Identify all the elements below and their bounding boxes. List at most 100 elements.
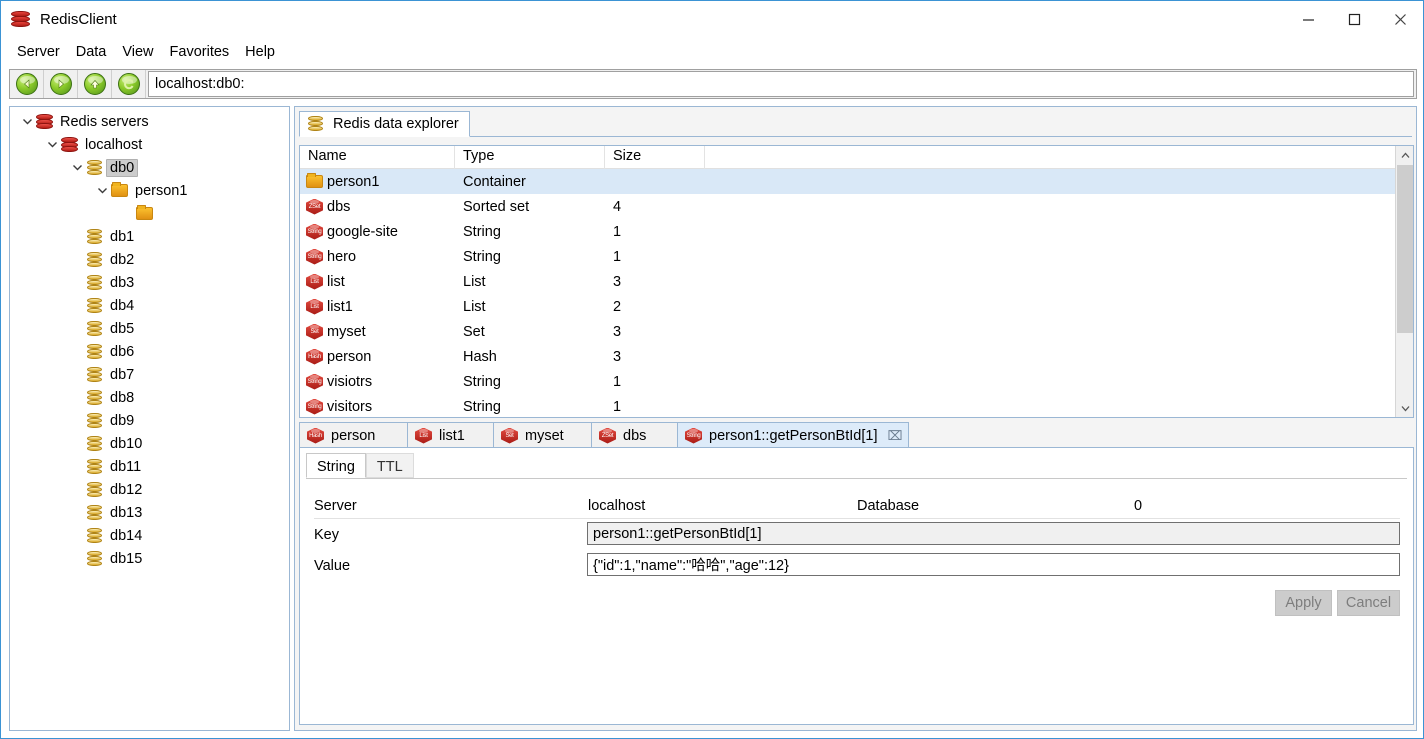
column-header-name[interactable]: Name (300, 146, 455, 169)
table-row[interactable]: List list List 3 (300, 269, 1413, 294)
tree-node-db11[interactable]: db11 (13, 455, 286, 478)
menu-help[interactable]: Help (237, 41, 283, 63)
key-table-scrollbar[interactable] (1395, 146, 1413, 417)
tree-node-db14[interactable]: db14 (13, 524, 286, 547)
server-label: Server (314, 498, 357, 514)
table-row[interactable]: String hero String 1 (300, 244, 1413, 269)
tree-node-db4[interactable]: db4 (13, 294, 286, 317)
key-input[interactable]: person1::getPersonBtId[1] (587, 522, 1400, 545)
tab-string[interactable]: String (306, 453, 366, 478)
tree-node-db5[interactable]: db5 (13, 317, 286, 340)
apply-button[interactable]: Apply (1275, 590, 1332, 616)
redis-client-window: RedisClient Server Data View Favorites H… (0, 0, 1424, 739)
explorer-tab-label: Redis data explorer (333, 116, 459, 132)
key-name: visiotrs (327, 373, 373, 390)
tree-node-db8[interactable]: db8 (13, 386, 286, 409)
address-input[interactable]: localhost:db0: (148, 71, 1414, 97)
column-header-type[interactable]: Type (455, 146, 605, 169)
tree-node-label: db7 (110, 366, 135, 383)
tab-ttl[interactable]: TTL (365, 453, 414, 478)
value-input[interactable]: {"id":1,"name":"哈哈","age":12} (587, 553, 1400, 576)
value-tab-person[interactable]: Hash person (299, 422, 409, 448)
tree-node-label: db10 (110, 435, 143, 452)
key-name: list (327, 273, 345, 290)
value-tab-strip[interactable]: Hash person List list1 Set myset ZSet dbs String… (299, 422, 1414, 448)
scrollbar-thumb[interactable] (1397, 165, 1413, 333)
key-name: hero (327, 248, 357, 265)
tree-node-db2[interactable]: db2 (13, 248, 286, 271)
folder-icon (110, 182, 128, 197)
value-tab-person1-getpersonbtid-1-[interactable]: String person1::getPersonBtId[1] ⌧ (677, 422, 909, 448)
tree-node-db6[interactable]: db6 (13, 340, 286, 363)
scroll-down-arrow[interactable] (1396, 399, 1413, 417)
close-button[interactable] (1377, 1, 1423, 37)
tree-node-label: db11 (110, 458, 142, 475)
key-table-body[interactable]: person1 Container ZSet dbs Sorted set 4 String… (300, 169, 1413, 417)
back-button[interactable] (10, 70, 44, 98)
cell-size: 4 (613, 198, 622, 215)
tab-redis-data-explorer[interactable]: Redis data explorer (299, 111, 470, 137)
maximize-button[interactable] (1331, 1, 1377, 37)
cell-size: 1 (613, 223, 622, 240)
table-row[interactable]: ZSet dbs Sorted set 4 (300, 194, 1413, 219)
database-value-wrap: 0 (1134, 494, 1142, 518)
server-tree[interactable]: Redis servers localhost db0 person1 db1 db2 db… (13, 110, 286, 727)
menu-data[interactable]: Data (68, 41, 115, 63)
table-row[interactable]: List list1 List 2 (300, 294, 1413, 319)
tree-node-empty[interactable] (13, 202, 286, 225)
detail-sub-tabs[interactable]: String TTL (306, 453, 1407, 479)
tree-node-redis-servers[interactable]: Redis servers (13, 110, 286, 133)
menu-favorites[interactable]: Favorites (162, 41, 238, 63)
tree-node-db10[interactable]: db10 (13, 432, 286, 455)
database-icon (85, 412, 103, 429)
tree-node-label: db9 (110, 412, 135, 429)
chevron-down-icon[interactable] (19, 114, 35, 130)
database-icon (85, 343, 103, 360)
tree-node-db13[interactable]: db13 (13, 501, 286, 524)
chevron-down-icon[interactable] (94, 183, 110, 199)
table-row[interactable]: String visitors String 1 (300, 394, 1413, 417)
set-type-icon: Set (500, 427, 519, 445)
tree-node-db7[interactable]: db7 (13, 363, 286, 386)
tree-node-person1[interactable]: person1 (13, 179, 286, 202)
minimize-button[interactable] (1285, 1, 1331, 37)
cancel-button[interactable]: Cancel (1337, 590, 1400, 616)
scroll-up-arrow[interactable] (1396, 146, 1413, 164)
table-row[interactable]: String visiotrs String 1 (300, 369, 1413, 394)
tree-node-db3[interactable]: db3 (13, 271, 286, 294)
value-tab-myset[interactable]: Set myset (493, 422, 593, 448)
up-button[interactable] (78, 70, 112, 98)
menu-server[interactable]: Server (9, 41, 68, 63)
value-tab-list1[interactable]: List list1 (407, 422, 495, 448)
database-label: Database (857, 498, 920, 514)
tree-node-db12[interactable]: db12 (13, 478, 286, 501)
key-table-header: Name Type Size (300, 146, 1413, 169)
tab-close-icon[interactable]: ⌧ (887, 428, 902, 444)
cell-size: 3 (613, 273, 622, 290)
tree-node-db15[interactable]: db15 (13, 547, 286, 570)
tree-node-localhost[interactable]: localhost (13, 133, 286, 156)
chevron-down-icon[interactable] (69, 160, 85, 176)
column-header-size[interactable]: Size (605, 146, 705, 169)
table-row[interactable]: String google-site String 1 (300, 219, 1413, 244)
tree-node-db1[interactable]: db1 (13, 225, 286, 248)
database-icon (85, 366, 103, 383)
window-controls (1285, 1, 1423, 37)
tree-node-db9[interactable]: db9 (13, 409, 286, 432)
cell-size: 1 (613, 398, 622, 415)
cell-type: Container (463, 173, 526, 190)
value-tab-dbs[interactable]: ZSet dbs (591, 422, 679, 448)
table-row[interactable]: Set myset Set 3 (300, 319, 1413, 344)
table-row[interactable]: person1 Container (300, 169, 1413, 194)
forward-button[interactable] (44, 70, 78, 98)
tree-node-db0[interactable]: db0 (13, 156, 286, 179)
menu-view[interactable]: View (114, 41, 161, 63)
table-row[interactable]: Hash person Hash 3 (300, 344, 1413, 369)
chevron-down-icon[interactable] (44, 137, 60, 153)
refresh-button[interactable] (112, 70, 146, 98)
